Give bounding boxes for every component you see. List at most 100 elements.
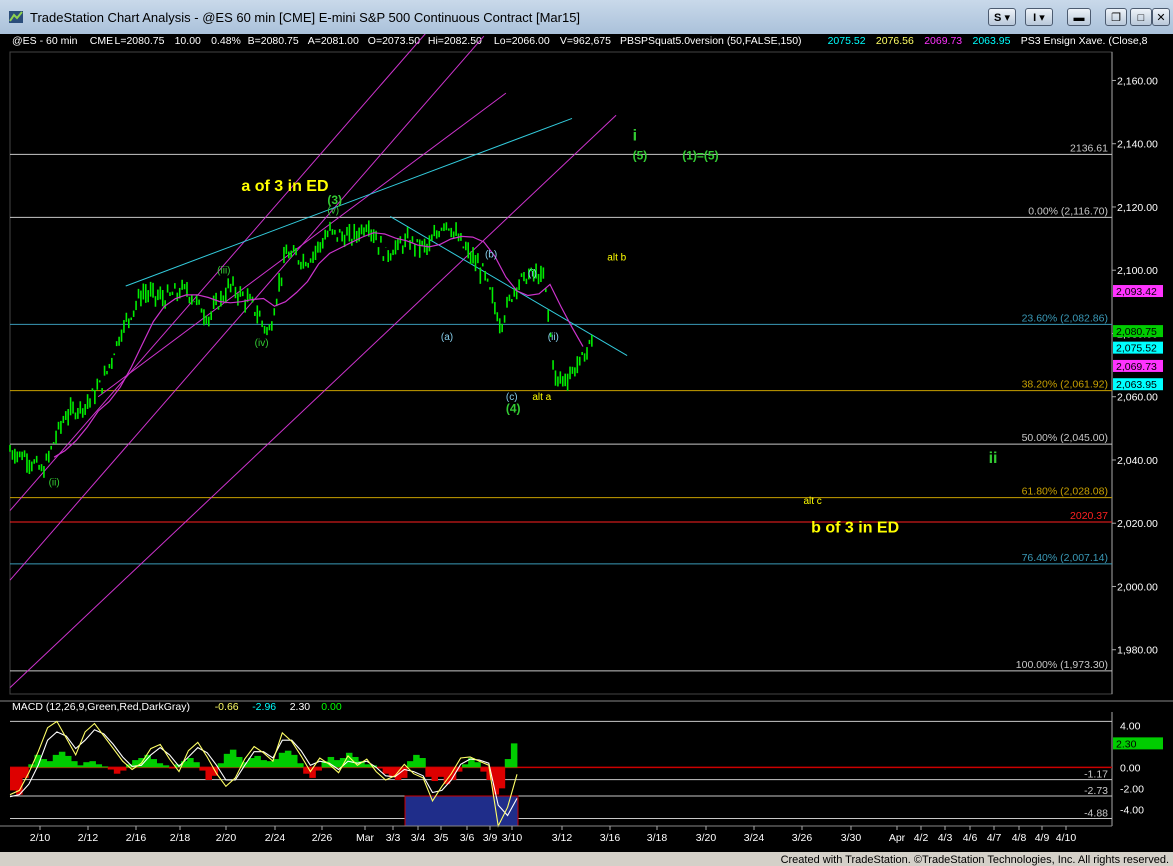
fib-level-label: 38.20% (2,061.92)	[1022, 379, 1108, 391]
symbol-info-item: 10.00	[175, 35, 201, 47]
price-marker-label: 2,080.75	[1116, 326, 1157, 338]
maximize-icon: □	[1137, 12, 1145, 24]
wave-label: (iv)	[255, 338, 269, 349]
dropdown-arrow-icon: ▾	[1039, 12, 1045, 24]
window-title: TradeStation Chart Analysis - @ES 60 min…	[30, 10, 581, 25]
macd-level-label: -4.88	[1084, 807, 1108, 819]
x-tick-label: 4/3	[938, 832, 953, 844]
y-tick-label: 2,100.00	[1117, 265, 1158, 277]
wave-label: b of 3 in ED	[811, 520, 899, 537]
wave-label: (iii)	[217, 265, 230, 276]
macd-histogram-bar	[64, 755, 72, 768]
macd-histogram-bar	[254, 755, 261, 768]
symbol-info-item: V=962,675	[560, 35, 611, 47]
y-tick-label: 2,040.00	[1117, 455, 1158, 467]
fib-level-label: 50.00% (2,045.00)	[1022, 432, 1108, 444]
maximize-button[interactable]: □	[1130, 8, 1152, 26]
window-titlebar: TradeStation Chart Analysis - @ES 60 min…	[0, 0, 1173, 35]
macd-marker-label: 2.30	[1116, 738, 1137, 750]
price-marker-label: 2,093.42	[1116, 286, 1157, 298]
macd-histogram-bar	[89, 761, 96, 768]
y-tick-label: 2,060.00	[1117, 392, 1158, 404]
macd-histogram-bar	[187, 758, 194, 768]
fib-level-label: 76.40% (2,007.14)	[1022, 552, 1108, 564]
macd-histogram-bar	[205, 767, 212, 780]
symbol-info-item: PBSPSquat5.0version (50,FALSE,150)	[620, 35, 802, 47]
x-tick-label: 3/26	[792, 832, 813, 844]
fib-level-label: 0.00% (2,116.70)	[1028, 205, 1108, 217]
symbol-info-item: 2069.73	[924, 35, 962, 47]
symbol-info-item: B=2080.75	[248, 35, 299, 47]
macd-histogram-bar	[388, 767, 396, 777]
wave-label: (1)=(5)	[682, 149, 718, 163]
chart-window[interactable]: @ES - 60 min CME L=2080.75 10.00 0.48% B=2080…	[0, 34, 1173, 852]
macd-histogram-bar	[77, 765, 84, 768]
symbol-info-item: Hi=2082.50	[428, 35, 482, 47]
macd-histogram-bar	[156, 763, 164, 768]
x-tick-label: 2/16	[126, 832, 147, 844]
macd-histogram-bar	[364, 764, 371, 768]
s-menu-button[interactable]: S ▾	[988, 8, 1016, 26]
wave-label: alt a	[532, 392, 551, 403]
macd-level-label: -1.17	[1084, 769, 1108, 781]
macd-histogram-bar	[22, 767, 29, 778]
macd-histogram-bar	[150, 759, 158, 768]
x-tick-label: 2/20	[216, 832, 237, 844]
macd-histogram-bar	[462, 764, 469, 768]
y-tick-label: 2,160.00	[1117, 75, 1158, 87]
minimize-small-icon: ▬	[1073, 12, 1085, 24]
close-icon: ✕	[1156, 12, 1166, 24]
macd-histogram-bar	[474, 762, 481, 768]
wave-label: (v)	[327, 205, 339, 216]
macd-histogram-bar	[437, 767, 445, 777]
macd-histogram-bar	[229, 749, 237, 768]
fib-level-label: 2136.61	[1070, 142, 1108, 154]
copyright-footer: Created with TradeStation. ©TradeStation…	[780, 854, 1169, 866]
macd-histogram-bar	[492, 767, 500, 795]
minimize-small-button[interactable]: ▬	[1067, 8, 1091, 26]
macd-histogram-bar	[199, 767, 206, 771]
macd-histogram-bar	[480, 767, 487, 772]
y-tick-label: 1,980.00	[1117, 645, 1158, 657]
wave-label: (ii)	[548, 332, 559, 343]
macd-histogram-bar	[425, 767, 432, 777]
macd-histogram-bar	[419, 758, 426, 768]
x-tick-label: 3/4	[411, 832, 426, 844]
x-tick-label: 3/3	[386, 832, 401, 844]
x-tick-label: 2/10	[30, 832, 51, 844]
macd-legend-item: MACD (12,26,9,Green,Red,DarkGray)	[12, 701, 190, 713]
macd-histogram-bar	[107, 767, 115, 770]
wave-label: alt c	[803, 496, 821, 507]
macd-histogram-bar	[290, 754, 298, 768]
wave-label: (4)	[506, 402, 521, 416]
macd-histogram-bar	[284, 750, 292, 768]
macd-histogram-bar	[52, 754, 60, 768]
wave-label: alt b	[607, 253, 626, 264]
i-menu-button[interactable]: I ▾	[1025, 8, 1053, 26]
wave-label: (i)	[528, 269, 537, 280]
close-button[interactable]: ✕	[1152, 8, 1170, 26]
x-tick-label: Mar	[356, 832, 375, 844]
macd-histogram-bar	[407, 761, 414, 768]
symbol-info-item: CME	[90, 35, 113, 47]
symbol-info-item: A=2081.00	[308, 35, 359, 47]
x-tick-label: 3/18	[647, 832, 668, 844]
symbol-info-item: L=2080.75	[115, 35, 165, 47]
x-tick-label: 2/12	[78, 832, 99, 844]
macd-histogram-bar	[119, 767, 127, 771]
macd-histogram-bar	[260, 760, 267, 768]
wave-label: a of 3 in ED	[241, 178, 328, 195]
symbol-info-item: 0.48%	[211, 35, 241, 47]
macd-tick-label: -4.00	[1120, 804, 1144, 816]
symbol-info-item: PS3 Ensign Xave. (Close,8	[1021, 35, 1148, 47]
x-tick-label: 4/7	[987, 832, 1002, 844]
macd-histogram-bar	[101, 766, 109, 768]
wave-label: (ii)	[49, 477, 60, 488]
s-label: S	[994, 12, 1002, 24]
macd-histogram-bar	[510, 743, 518, 768]
x-tick-label: 3/16	[600, 832, 621, 844]
restore-button[interactable]: ❐	[1105, 8, 1127, 26]
y-tick-label: 2,120.00	[1117, 202, 1158, 214]
y-tick-label: 2,140.00	[1117, 139, 1158, 151]
macd-histogram-bar	[498, 767, 506, 789]
